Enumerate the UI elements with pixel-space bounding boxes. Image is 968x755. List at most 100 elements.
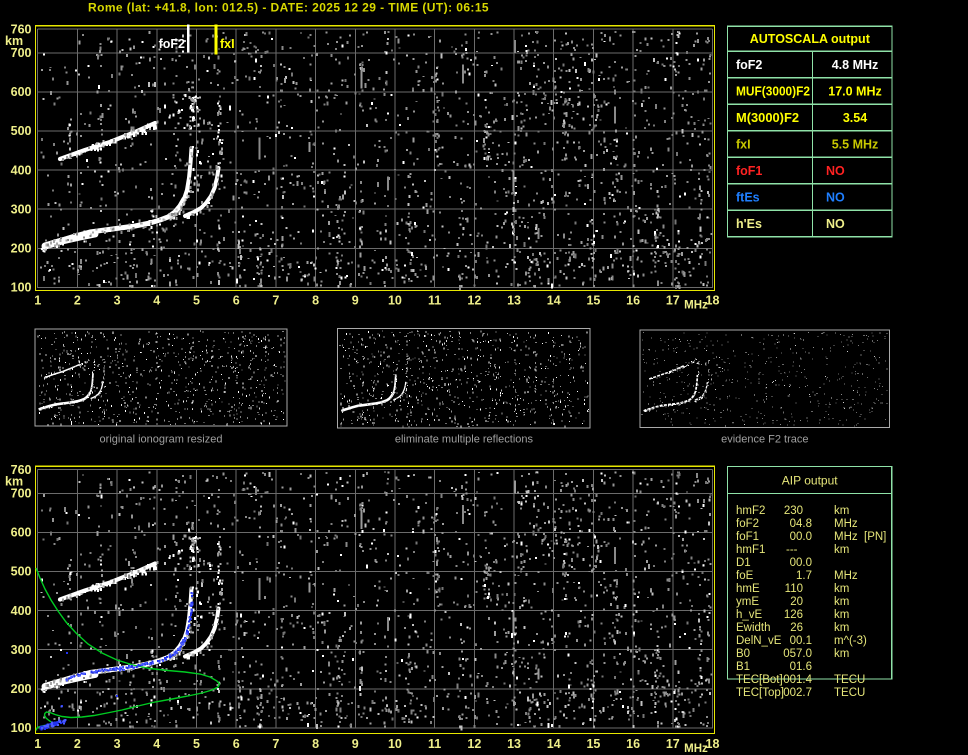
svg-text:14: 14 xyxy=(547,294,561,308)
svg-text:11: 11 xyxy=(428,737,441,751)
svg-text:5: 5 xyxy=(193,294,200,308)
svg-text:[PN]: [PN] xyxy=(864,531,886,543)
svg-text:km: km xyxy=(834,596,849,608)
svg-text:9: 9 xyxy=(352,294,359,308)
svg-text:TEC[Top]: TEC[Top] xyxy=(736,687,784,699)
svg-text:8: 8 xyxy=(312,294,319,308)
svg-text:6: 6 xyxy=(233,737,240,751)
svg-text:230: 230 xyxy=(784,505,803,517)
svg-text:original ionogram resized: original ionogram resized xyxy=(100,434,223,446)
svg-text:9: 9 xyxy=(352,737,359,751)
svg-text:eliminate multiple reflections: eliminate multiple reflections xyxy=(395,434,534,446)
svg-text:MHz: MHz xyxy=(684,743,708,755)
svg-text:500: 500 xyxy=(11,565,32,579)
svg-text:01.6: 01.6 xyxy=(790,661,812,673)
svg-text:TEC[Bot]: TEC[Bot] xyxy=(736,674,783,686)
svg-text:15: 15 xyxy=(586,294,600,308)
svg-text:17: 17 xyxy=(666,294,680,308)
svg-text:600: 600 xyxy=(11,85,32,99)
svg-text:Rome (lat: +41.8, lon: 012.5): Rome (lat: +41.8, lon: 012.5) - DATE: 20… xyxy=(88,1,489,15)
svg-text:m^(-3): m^(-3) xyxy=(834,635,867,647)
svg-text:26: 26 xyxy=(790,622,803,634)
svg-text:00.0: 00.0 xyxy=(790,531,812,543)
svg-text:foF2: foF2 xyxy=(159,37,185,51)
svg-text:14: 14 xyxy=(547,737,561,751)
svg-text:foE: foE xyxy=(736,570,754,582)
svg-text:MHz: MHz xyxy=(834,531,858,543)
svg-text:126: 126 xyxy=(784,609,803,621)
svg-text:7: 7 xyxy=(272,294,279,308)
svg-text:5.5 MHz: 5.5 MHz xyxy=(832,137,879,151)
svg-text:km: km xyxy=(834,505,849,517)
svg-text:15: 15 xyxy=(586,737,600,751)
svg-text:500: 500 xyxy=(11,124,32,138)
svg-text:foF2: foF2 xyxy=(736,518,759,530)
svg-text:700: 700 xyxy=(11,46,32,60)
svg-text:km: km xyxy=(5,475,23,489)
svg-text:12: 12 xyxy=(467,737,481,751)
svg-text:h_vE: h_vE xyxy=(736,609,763,621)
svg-text:km: km xyxy=(834,544,849,556)
svg-text:hmF1: hmF1 xyxy=(736,544,765,556)
svg-text:6: 6 xyxy=(233,294,240,308)
svg-text:00.1: 00.1 xyxy=(790,635,812,647)
svg-text:1: 1 xyxy=(34,294,41,308)
svg-text:AIP output: AIP output xyxy=(782,474,838,488)
svg-text:700: 700 xyxy=(11,487,32,501)
svg-text:100: 100 xyxy=(11,721,32,735)
svg-text:20: 20 xyxy=(790,596,803,608)
svg-text:km: km xyxy=(5,34,23,48)
svg-text:ymE: ymE xyxy=(736,596,759,608)
svg-text:DelN_vE: DelN_vE xyxy=(736,635,782,647)
svg-text:NO: NO xyxy=(826,190,845,204)
svg-text:3: 3 xyxy=(114,294,121,308)
svg-text:TECU: TECU xyxy=(834,674,865,686)
svg-text:400: 400 xyxy=(11,604,32,618)
svg-text:NO: NO xyxy=(826,164,845,178)
svg-text:110: 110 xyxy=(785,583,803,595)
svg-text:MHz: MHz xyxy=(684,300,708,312)
svg-text:400: 400 xyxy=(11,163,32,177)
svg-text:12: 12 xyxy=(467,294,481,308)
svg-text:km: km xyxy=(834,648,849,660)
svg-text:001.4: 001.4 xyxy=(783,674,812,686)
svg-text:D1: D1 xyxy=(736,557,751,569)
svg-text:M(3000)F2: M(3000)F2 xyxy=(736,111,799,125)
svg-text:5: 5 xyxy=(193,737,200,751)
svg-text:16: 16 xyxy=(626,737,640,751)
svg-text:16: 16 xyxy=(626,294,640,308)
svg-text:17: 17 xyxy=(666,737,680,751)
svg-text:fxI: fxI xyxy=(736,137,751,151)
svg-text:1: 1 xyxy=(34,737,41,751)
svg-text:002.7: 002.7 xyxy=(783,687,812,699)
svg-text:MUF(3000)F2: MUF(3000)F2 xyxy=(736,84,810,98)
svg-text:hmF2: hmF2 xyxy=(736,505,765,517)
svg-text:MHz: MHz xyxy=(834,570,858,582)
svg-text:h'Es: h'Es xyxy=(736,217,762,231)
svg-text:foF2: foF2 xyxy=(736,58,762,72)
svg-text:04.8: 04.8 xyxy=(790,518,812,530)
svg-text:MHz: MHz xyxy=(834,518,858,530)
svg-text:17.0 MHz: 17.0 MHz xyxy=(828,84,882,98)
svg-text:foF1: foF1 xyxy=(736,164,762,178)
svg-text:13: 13 xyxy=(507,737,521,751)
svg-text:2: 2 xyxy=(74,294,81,308)
svg-text:200: 200 xyxy=(11,242,32,256)
svg-text:10: 10 xyxy=(388,294,402,308)
svg-text:13: 13 xyxy=(507,294,521,308)
svg-text:00.0: 00.0 xyxy=(790,557,812,569)
svg-text:evidence F2 trace: evidence F2 trace xyxy=(721,434,808,446)
svg-text:100: 100 xyxy=(11,281,32,295)
svg-text:km: km xyxy=(834,622,849,634)
svg-text:ftEs: ftEs xyxy=(736,190,760,204)
svg-text:3: 3 xyxy=(114,737,121,751)
svg-text:8: 8 xyxy=(312,737,319,751)
svg-text:AUTOSCALA output: AUTOSCALA output xyxy=(750,32,871,46)
svg-text:TECU: TECU xyxy=(834,687,865,699)
svg-text:300: 300 xyxy=(11,643,32,657)
svg-text:7: 7 xyxy=(272,737,279,751)
svg-text:---: --- xyxy=(786,544,798,556)
svg-text:2: 2 xyxy=(74,737,81,751)
svg-text:600: 600 xyxy=(11,526,32,540)
svg-text:km: km xyxy=(834,583,849,595)
